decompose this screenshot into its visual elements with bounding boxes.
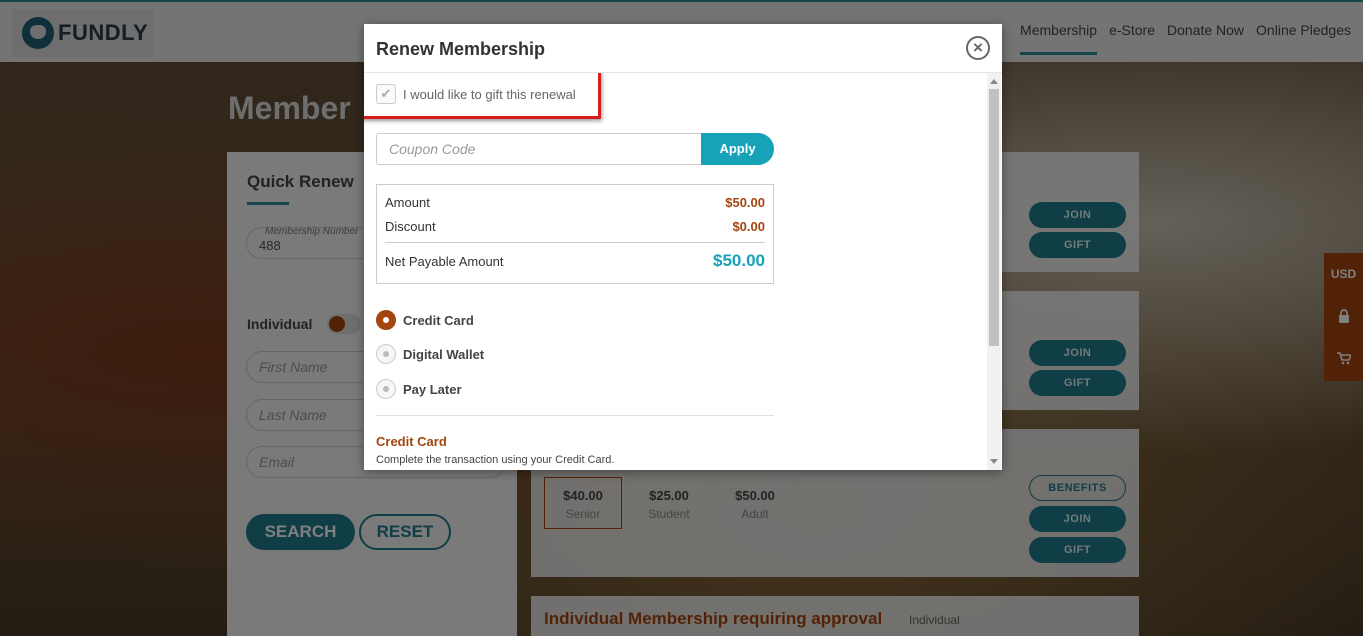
gift-renewal-checkbox[interactable]: ✔ <box>376 84 396 104</box>
payment-option-label: Pay Later <box>403 381 462 397</box>
payment-option-credit-card[interactable]: Credit Card <box>376 310 474 330</box>
gift-renewal-option[interactable]: ✔ I would like to gift this renewal <box>376 84 576 104</box>
close-icon[interactable]: × <box>966 36 990 60</box>
payment-option-label: Digital Wallet <box>403 346 485 362</box>
net-payable-value: $50.00 <box>713 251 765 270</box>
credit-card-description: Complete the transaction using your Cred… <box>376 454 615 466</box>
modal-title: Renew Membership <box>376 39 546 59</box>
amount-label: Amount <box>385 195 430 210</box>
payment-option-label: Credit Card <box>403 312 474 328</box>
modal-body: ✔ I would like to gift this renewal Coup… <box>364 73 1002 470</box>
discount-value: $0.00 <box>732 219 765 234</box>
modal-scrollbar[interactable] <box>987 73 1001 470</box>
amount-value: $50.00 <box>725 195 765 210</box>
credit-card-radio[interactable] <box>376 310 396 330</box>
digital-wallet-radio[interactable] <box>376 344 396 364</box>
payment-option-digital-wallet[interactable]: Digital Wallet <box>376 344 484 364</box>
amount-row: Amount $50.00 <box>385 195 765 210</box>
gift-renewal-label: I would like to gift this renewal <box>403 86 576 102</box>
discount-label: Discount <box>385 219 436 234</box>
scroll-up-arrow-icon[interactable] <box>990 79 998 84</box>
coupon-code-input[interactable]: Coupon Code <box>376 133 701 165</box>
renew-membership-modal: Renew Membership × ✔ I would like to gif… <box>364 24 1002 470</box>
scrollbar-thumb[interactable] <box>989 89 999 346</box>
payment-option-pay-later[interactable]: Pay Later <box>376 379 462 399</box>
net-payable-label: Net Payable Amount <box>385 253 504 269</box>
modal-header: Renew Membership × <box>364 24 1002 73</box>
credit-card-section-title: Credit Card <box>376 434 447 449</box>
summary-divider <box>385 242 765 243</box>
discount-row: Discount $0.00 <box>385 219 765 234</box>
payment-summary: Amount $50.00 Discount $0.00 Net Payable… <box>376 184 774 284</box>
section-divider <box>376 415 774 416</box>
scroll-down-arrow-icon[interactable] <box>990 459 998 464</box>
apply-coupon-button[interactable]: Apply <box>701 133 774 165</box>
coupon-group: Coupon Code Apply <box>376 133 774 165</box>
pay-later-radio[interactable] <box>376 379 396 399</box>
net-payable-row: Net Payable Amount $50.00 <box>385 251 765 271</box>
